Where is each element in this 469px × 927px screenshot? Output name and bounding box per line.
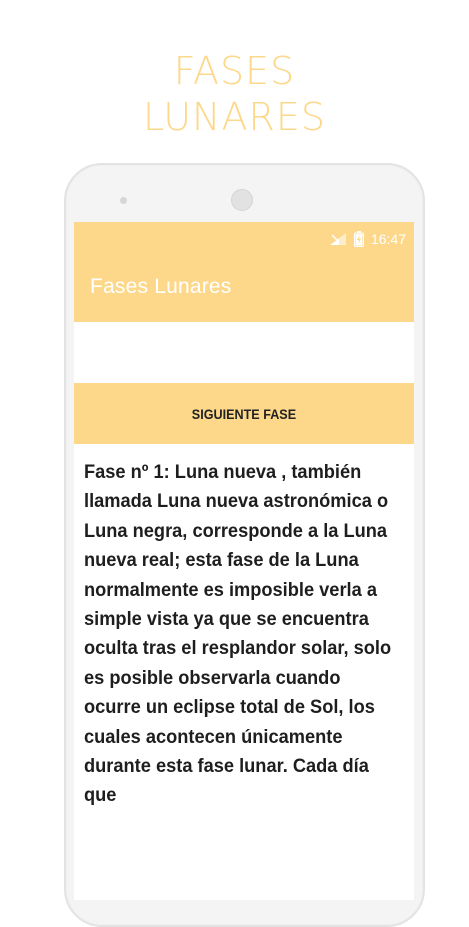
- next-phase-button-label: SIGUIENTE FASE: [191, 405, 297, 422]
- app-title: Fases Lunares: [90, 275, 232, 298]
- next-phase-button[interactable]: SIGUIENTE FASE: [74, 383, 414, 444]
- signal-icon: [329, 233, 346, 245]
- status-bar: 16:47: [74, 222, 414, 255]
- battery-icon: [353, 231, 364, 247]
- promo-title: FASES LUNARES: [0, 48, 469, 140]
- status-icons: 16:47: [329, 230, 406, 248]
- phone-screen: 16:47 Fases Lunares SIGUIENTE FASE Fase …: [74, 222, 414, 900]
- promo-title-line-2: LUNARES: [142, 95, 327, 139]
- phase-description: Fase nº 1: Luna nueva , también llamada …: [84, 462, 392, 807]
- status-time: 16:47: [370, 231, 406, 247]
- promo-title-line-1: FASES: [173, 49, 296, 93]
- app-bar: Fases Lunares: [74, 255, 414, 322]
- sensor-dot: [120, 197, 127, 204]
- front-camera: [231, 189, 253, 211]
